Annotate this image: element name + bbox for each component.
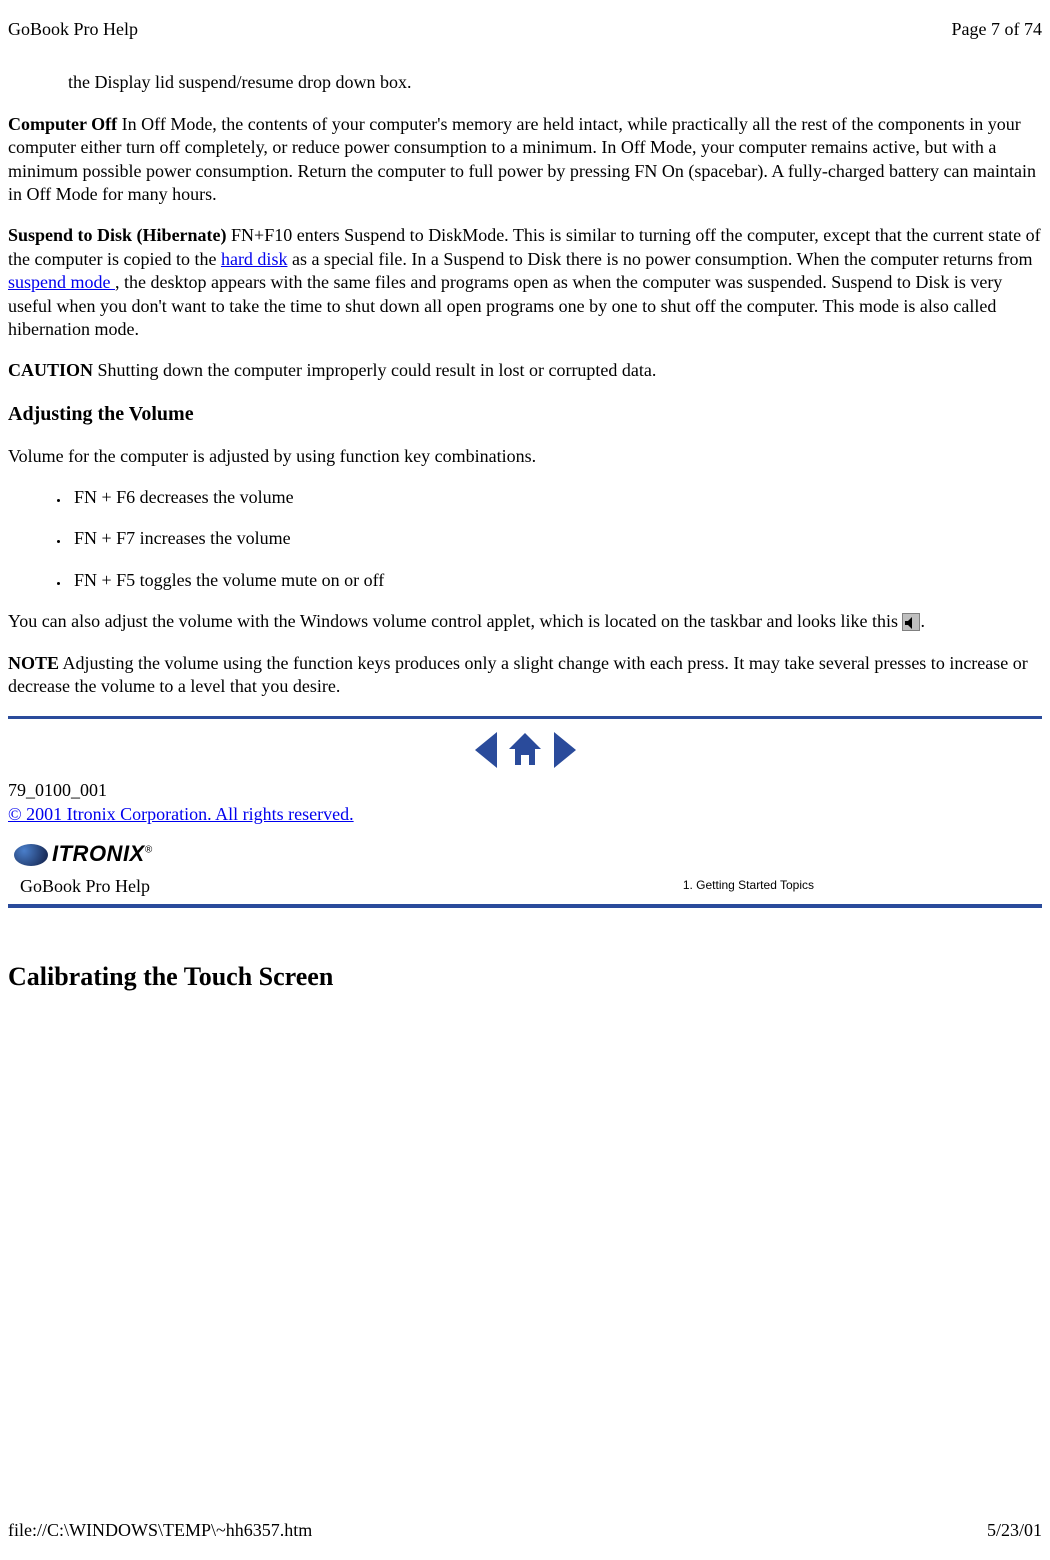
page-number: Page 7 of 74 bbox=[952, 18, 1042, 41]
applet-text-1: You can also adjust the volume with the … bbox=[8, 611, 902, 631]
suspend-text-3: , the desktop appears with the same file… bbox=[8, 272, 1002, 339]
divider bbox=[8, 716, 1042, 719]
page-footer: file://C:\WINDOWS\TEMP\~hh6357.htm 5/23/… bbox=[8, 1519, 1042, 1542]
divider bbox=[8, 904, 1042, 908]
brand-text: ITRONIX® bbox=[52, 840, 153, 869]
list-item: FN + F5 toggles the volume mute on or of… bbox=[70, 569, 1042, 592]
continuation-text: the Display lid suspend/resume drop down… bbox=[8, 71, 1042, 94]
computer-off-label: Computer Off bbox=[8, 114, 122, 134]
help-row: GoBook Pro Help 1. Getting Started Topic… bbox=[14, 875, 1042, 898]
note-label: NOTE bbox=[8, 653, 59, 673]
doc-title: GoBook Pro Help bbox=[8, 18, 138, 41]
applet-paragraph: You can also adjust the volume with the … bbox=[8, 610, 1042, 633]
caution-text: Shutting down the computer improperly co… bbox=[93, 360, 656, 380]
volume-bullet-list: FN + F6 decreases the volume FN + F7 inc… bbox=[8, 486, 1042, 592]
page-header: GoBook Pro Help Page 7 of 74 bbox=[8, 18, 1042, 41]
note-paragraph: NOTE Adjusting the volume using the func… bbox=[8, 652, 1042, 699]
note-text: Adjusting the volume using the function … bbox=[8, 653, 1028, 696]
list-item: FN + F6 decreases the volume bbox=[70, 486, 1042, 509]
volume-intro: Volume for the computer is adjusted by u… bbox=[8, 445, 1042, 468]
list-item: FN + F7 increases the volume bbox=[70, 527, 1042, 550]
suspend-text-2: as a special file. In a Suspend to Disk … bbox=[287, 249, 1032, 269]
logo-block: ITRONIX® GoBook Pro Help 1. Getting Star… bbox=[8, 834, 1042, 902]
file-path: file://C:\WINDOWS\TEMP\~hh6357.htm bbox=[8, 1519, 312, 1542]
topic-label: 1. Getting Started Topics bbox=[683, 878, 1034, 894]
doc-number: 79_0100_001 bbox=[8, 779, 1042, 802]
suspend-label: Suspend to Disk (Hibernate) bbox=[8, 225, 227, 245]
nav-icons bbox=[8, 731, 1042, 769]
computer-off-text: In Off Mode, the contents of your comput… bbox=[8, 114, 1036, 204]
copyright-link[interactable]: © 2001 Itronix Corporation. All rights r… bbox=[8, 804, 354, 824]
suspend-paragraph: Suspend to Disk (Hibernate) FN+F10 enter… bbox=[8, 224, 1042, 341]
caution-paragraph: CAUTION Shutting down the computer impro… bbox=[8, 359, 1042, 382]
globe-icon bbox=[14, 844, 48, 866]
suspend-mode-link[interactable]: suspend mode bbox=[8, 272, 115, 292]
help-title: GoBook Pro Help bbox=[20, 875, 150, 898]
computer-off-paragraph: Computer Off In Off Mode, the contents o… bbox=[8, 113, 1042, 207]
back-arrow-icon[interactable] bbox=[475, 732, 497, 768]
date: 5/23/01 bbox=[987, 1519, 1042, 1542]
applet-text-2: . bbox=[920, 611, 925, 631]
home-icon[interactable] bbox=[505, 731, 545, 769]
caution-label: CAUTION bbox=[8, 360, 93, 380]
volume-heading: Adjusting the Volume bbox=[8, 401, 1042, 427]
forward-arrow-icon[interactable] bbox=[554, 732, 576, 768]
calibrating-heading: Calibrating the Touch Screen bbox=[8, 960, 1042, 994]
speaker-icon bbox=[902, 613, 920, 631]
brand-logo: ITRONIX® bbox=[14, 840, 1042, 869]
hard-disk-link[interactable]: hard disk bbox=[221, 249, 288, 269]
